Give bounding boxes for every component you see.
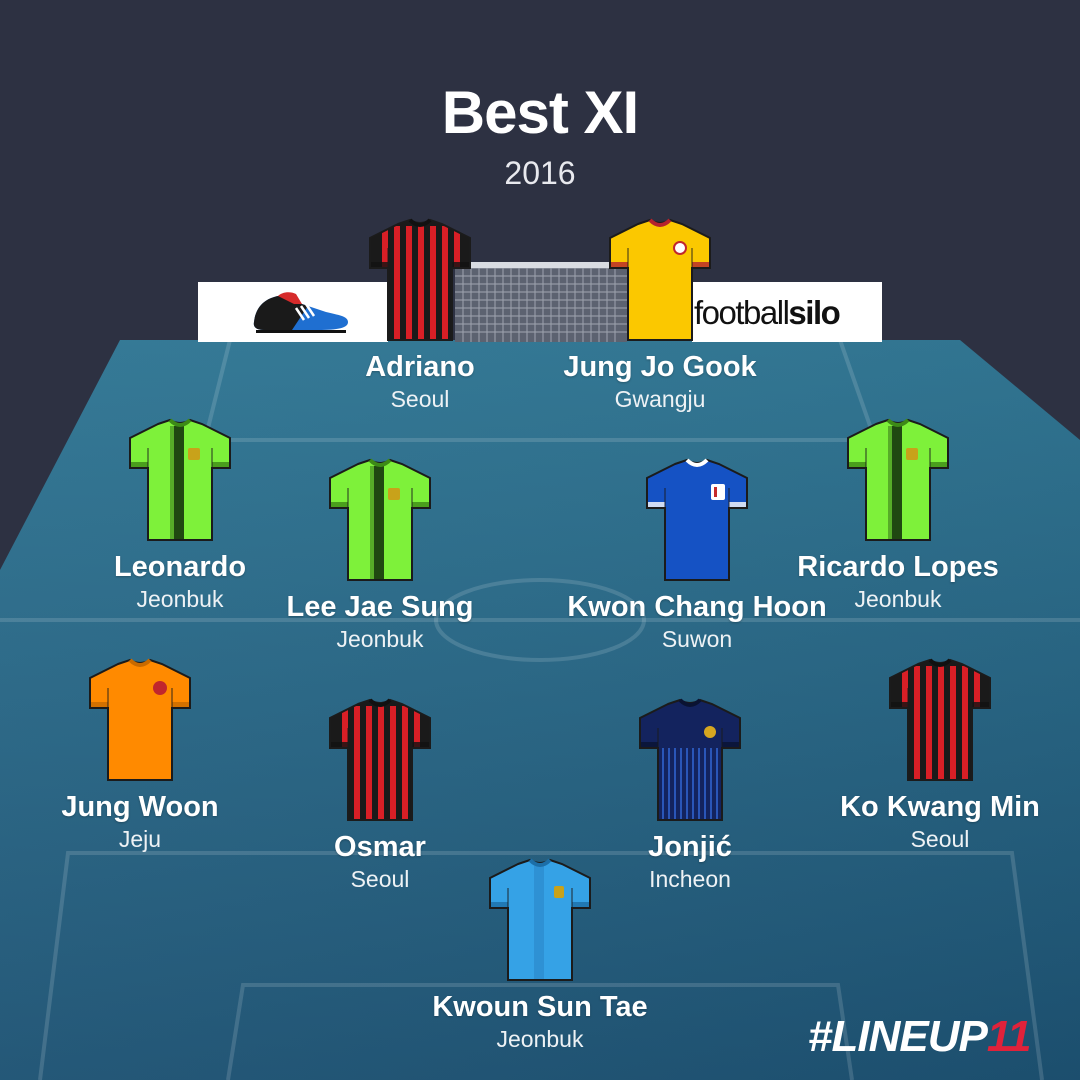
jersey-icon bbox=[329, 458, 431, 581]
player-club: Jeonbuk bbox=[854, 586, 942, 612]
player-club: Seoul bbox=[910, 826, 970, 852]
jersey-icon bbox=[646, 458, 748, 581]
player-name: Lee Jae Sung bbox=[286, 591, 474, 623]
jersey-icon bbox=[847, 418, 949, 541]
jersey-icon bbox=[129, 418, 231, 541]
jersey-icon bbox=[609, 218, 711, 341]
player-card: Ko Kwang Min Seoul bbox=[790, 658, 1080, 854]
jersey-icon bbox=[329, 698, 431, 821]
jersey-icon bbox=[489, 858, 591, 981]
jersey-icon bbox=[889, 658, 991, 781]
player-name: Kwoun Sun Tae bbox=[432, 991, 648, 1023]
player-name: Ricardo Lopes bbox=[797, 551, 999, 583]
player-club: Gwangju bbox=[614, 386, 706, 412]
jersey-icon bbox=[89, 658, 191, 781]
player-card: Jung Jo Gook Gwangju bbox=[510, 218, 810, 414]
player-club: Suwon bbox=[661, 626, 733, 652]
player-club: Jeonbuk bbox=[496, 1026, 584, 1052]
jersey-icon bbox=[369, 218, 471, 341]
player-club: Jeonbuk bbox=[336, 626, 424, 652]
player-card: Ricardo Lopes Jeonbuk bbox=[748, 418, 1048, 614]
player-card: Kwoun Sun Tae Jeonbuk bbox=[390, 858, 690, 1054]
lineup11-logo: #LINEUP11 bbox=[808, 1012, 1032, 1061]
page-title: Best XI bbox=[441, 79, 639, 146]
jersey-icon bbox=[639, 698, 741, 821]
player-card: Lee Jae Sung Jeonbuk bbox=[230, 458, 530, 654]
player-name: Ko Kwang Min bbox=[840, 791, 1040, 823]
page-subtitle: 2016 bbox=[504, 155, 576, 191]
player-name: Jung Jo Gook bbox=[563, 351, 757, 383]
